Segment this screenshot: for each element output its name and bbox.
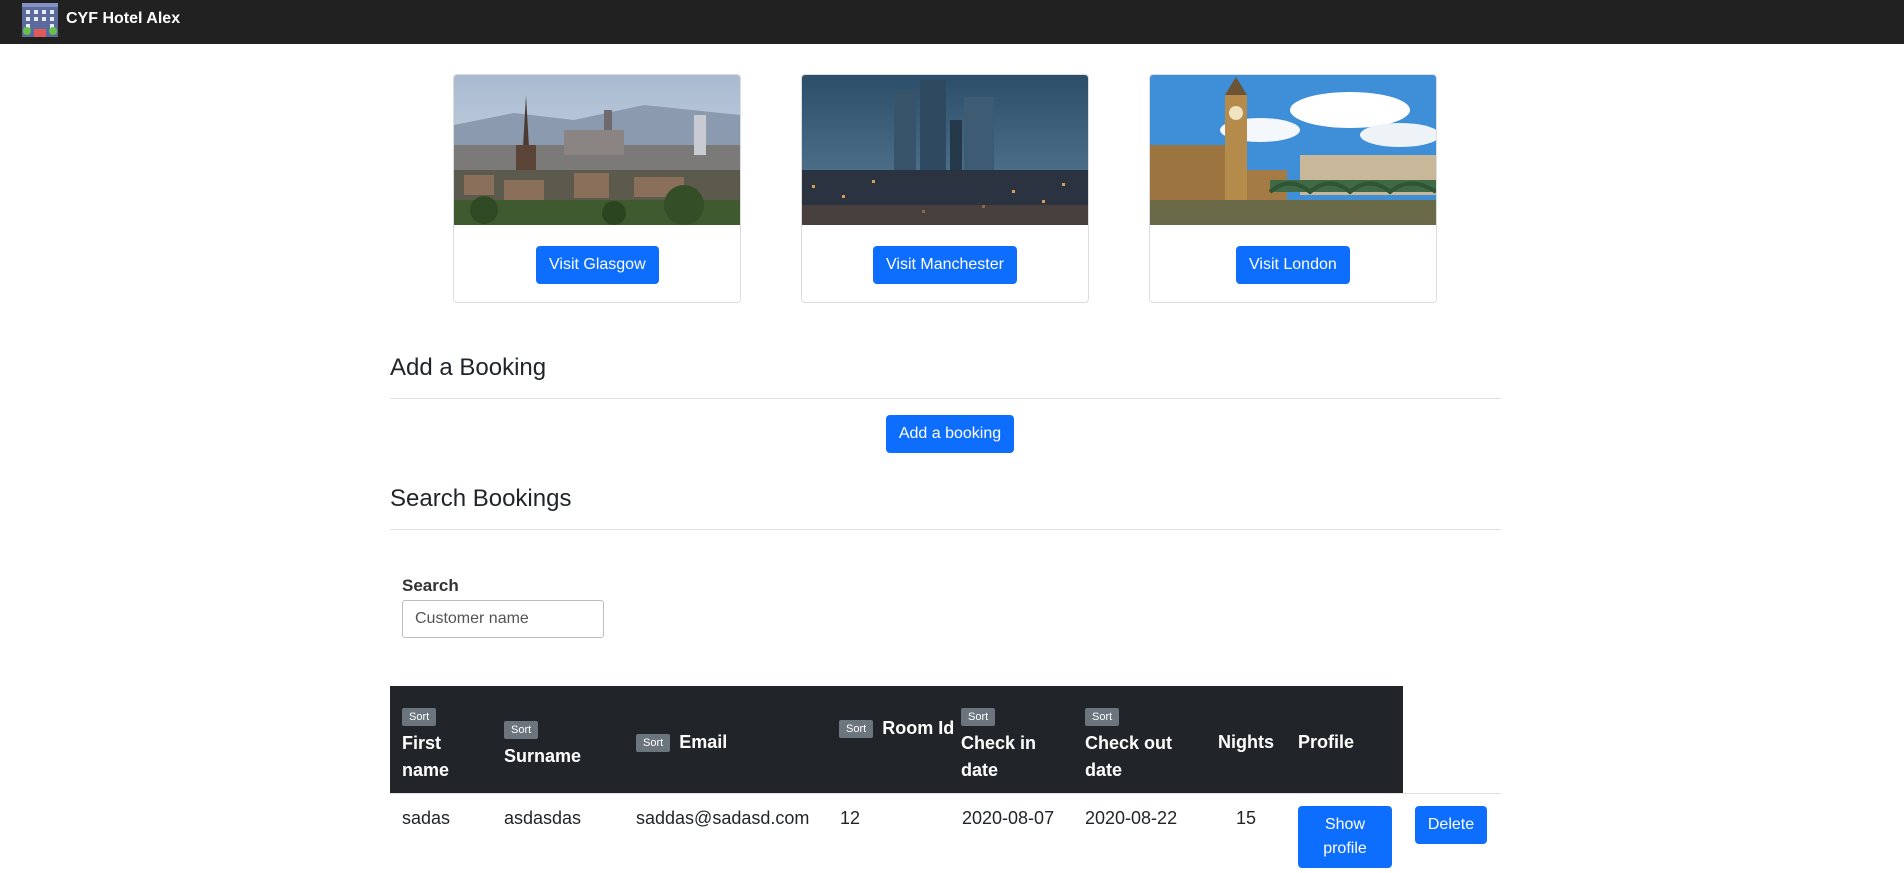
table-row-divider bbox=[390, 793, 1501, 794]
column-header-profile: Profile bbox=[1298, 732, 1355, 752]
london-big-ben-photo bbox=[1150, 75, 1436, 225]
column-header-check-in: Sort Check in date bbox=[961, 703, 1071, 784]
sort-email-button[interactable]: Sort bbox=[636, 734, 671, 753]
cell-check-in: 2020-08-07 bbox=[962, 808, 1055, 828]
show-profile-button[interactable]: Show profile bbox=[1298, 806, 1392, 868]
sort-check-out-button[interactable]: Sort bbox=[1085, 708, 1120, 727]
sort-surname-button[interactable]: Sort bbox=[504, 721, 539, 740]
section-divider bbox=[390, 398, 1501, 399]
column-header-room-id: Sort Room Id bbox=[839, 715, 957, 742]
city-card-glasgow: Visit Glasgow bbox=[453, 74, 741, 303]
city-card-london: Visit London bbox=[1149, 74, 1437, 303]
visit-manchester-button[interactable]: Visit Manchester bbox=[873, 246, 1017, 284]
section-divider bbox=[390, 529, 1501, 530]
sort-first-name-button[interactable]: Sort bbox=[402, 708, 437, 727]
sort-check-in-button[interactable]: Sort bbox=[961, 708, 996, 727]
cell-check-out: 2020-08-22 bbox=[1085, 808, 1178, 828]
city-card-manchester: Visit Manchester bbox=[801, 74, 1089, 303]
customer-name-search-input[interactable] bbox=[402, 600, 604, 638]
cell-first-name: sadas bbox=[402, 808, 451, 828]
cell-room-id: 12 bbox=[840, 808, 861, 828]
visit-london-button[interactable]: Visit London bbox=[1236, 246, 1350, 284]
delete-booking-button[interactable]: Delete bbox=[1415, 806, 1487, 844]
add-booking-heading: Add a Booking bbox=[390, 354, 547, 381]
column-header-first-name: Sort First name bbox=[402, 703, 492, 784]
sort-room-id-button[interactable]: Sort bbox=[839, 720, 874, 739]
column-header-check-out: Sort Check out date bbox=[1085, 703, 1205, 784]
column-header-email: Sort Email bbox=[636, 729, 796, 756]
cell-email: saddas@sadasd.com bbox=[636, 808, 810, 828]
cell-nights: 15 bbox=[1236, 808, 1257, 828]
bookings-table-header: Sort First name Sort Surname Sort Email … bbox=[390, 686, 1403, 793]
column-header-nights: Nights bbox=[1218, 732, 1274, 752]
glasgow-skyline-photo bbox=[454, 75, 740, 225]
visit-glasgow-button[interactable]: Visit Glasgow bbox=[536, 246, 659, 284]
search-bookings-heading: Search Bookings bbox=[390, 485, 572, 512]
column-header-surname: Sort Surname bbox=[504, 716, 624, 770]
top-navbar: CYF Hotel Alex bbox=[0, 0, 1904, 44]
hotel-building-icon bbox=[22, 3, 58, 37]
brand-title[interactable]: CYF Hotel Alex bbox=[66, 10, 180, 28]
cell-surname: asdasdas bbox=[504, 808, 582, 828]
manchester-towers-photo bbox=[802, 75, 1088, 225]
search-label: Search bbox=[402, 576, 459, 595]
add-booking-button[interactable]: Add a booking bbox=[886, 415, 1014, 453]
